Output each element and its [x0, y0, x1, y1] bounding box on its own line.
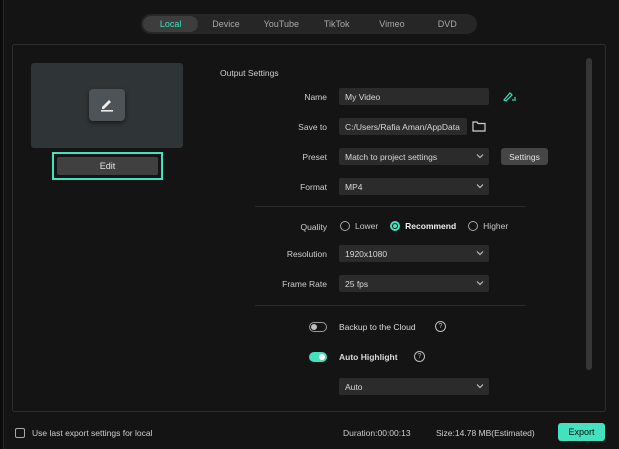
- chevron-down-icon: [476, 281, 484, 286]
- quality-higher-label: Higher: [483, 221, 509, 231]
- tab-tiktok[interactable]: TikTok: [309, 16, 364, 32]
- edit-button-focus-ring: Edit: [52, 152, 163, 180]
- save-to-value: C:/Users/Rafia Aman/AppData: [345, 121, 460, 132]
- quality-label: Quality: [300, 222, 327, 232]
- toggle-knob: [311, 324, 317, 330]
- radio-button-higher[interactable]: [468, 221, 479, 231]
- backup-help-icon[interactable]: ?: [435, 321, 446, 332]
- preset-label: Preset: [302, 152, 327, 162]
- quality-recommend-label: Recommend: [405, 221, 457, 231]
- chevron-down-icon: [476, 251, 484, 256]
- preset-value: Match to project settings: [345, 151, 438, 162]
- folder-icon[interactable]: [472, 120, 486, 134]
- duration-text: Duration:00:00:13: [343, 428, 411, 438]
- name-label: Name: [304, 92, 327, 102]
- format-label: Format: [300, 182, 327, 192]
- quality-radio-group: Lower Recommend Higher: [340, 221, 520, 231]
- resolution-select[interactable]: 1920x1080: [339, 245, 489, 262]
- name-value: My Video: [345, 91, 381, 102]
- edit-thumbnail-icon[interactable]: [89, 89, 125, 121]
- tab-vimeo[interactable]: Vimeo: [364, 16, 419, 32]
- preset-select[interactable]: Match to project settings: [339, 148, 489, 165]
- resolution-value: 1920x1080: [345, 248, 388, 259]
- resolution-label: Resolution: [286, 249, 327, 259]
- use-last-settings-label: Use last export settings for local: [32, 428, 153, 438]
- auto-highlight-toggle[interactable]: [309, 352, 327, 362]
- edit-button[interactable]: Edit: [57, 157, 158, 175]
- estimated-size-text: Size:14.78 MB(Estimated): [436, 428, 535, 438]
- quality-recommend-option[interactable]: Recommend: [390, 221, 456, 231]
- export-button[interactable]: Export: [558, 423, 605, 441]
- section-divider: [255, 206, 526, 207]
- tab-dvd[interactable]: DVD: [420, 16, 475, 32]
- quality-higher-option[interactable]: Higher: [468, 221, 508, 231]
- tab-local[interactable]: Local: [143, 16, 199, 32]
- ai-rename-icon[interactable]: [503, 90, 517, 104]
- chevron-down-icon: [476, 384, 484, 389]
- section-divider: [255, 305, 526, 306]
- backup-cloud-toggle[interactable]: [309, 322, 327, 332]
- frame-rate-value: 25 fps: [345, 278, 369, 289]
- auto-highlight-select[interactable]: Auto: [339, 378, 489, 395]
- name-input[interactable]: My Video: [339, 88, 489, 105]
- toggle-knob: [319, 354, 325, 360]
- format-value: MP4: [345, 181, 363, 192]
- window-left-edge: [0, 0, 4, 449]
- radio-button-recommend[interactable]: [390, 221, 401, 231]
- auto-highlight-label: Auto Highlight: [339, 352, 398, 362]
- format-select[interactable]: MP4: [339, 178, 489, 195]
- auto-highlight-value: Auto: [345, 381, 363, 392]
- save-to-label: Save to: [298, 122, 327, 132]
- frame-rate-label: Frame Rate: [282, 279, 327, 289]
- tab-device[interactable]: Device: [198, 16, 253, 32]
- save-to-path-field[interactable]: C:/Users/Rafia Aman/AppData: [339, 118, 467, 135]
- export-destination-tabs: Local Device YouTube TikTok Vimeo DVD: [141, 14, 477, 34]
- quality-lower-option[interactable]: Lower: [340, 221, 378, 231]
- output-settings-title: Output Settings: [220, 68, 279, 78]
- backup-cloud-label: Backup to the Cloud: [339, 322, 416, 332]
- radio-button-lower[interactable]: [340, 221, 350, 231]
- frame-rate-select[interactable]: 25 fps: [339, 275, 489, 292]
- use-last-settings-checkbox[interactable]: [15, 428, 25, 438]
- chevron-down-icon: [476, 184, 484, 189]
- chevron-down-icon: [476, 154, 484, 159]
- quality-lower-label: Lower: [355, 221, 379, 231]
- video-thumbnail: [31, 63, 183, 148]
- auto-highlight-help-icon[interactable]: ?: [414, 351, 425, 362]
- preset-settings-button[interactable]: Settings: [501, 148, 548, 165]
- settings-scrollbar[interactable]: [586, 58, 592, 370]
- tab-youtube[interactable]: YouTube: [254, 16, 309, 32]
